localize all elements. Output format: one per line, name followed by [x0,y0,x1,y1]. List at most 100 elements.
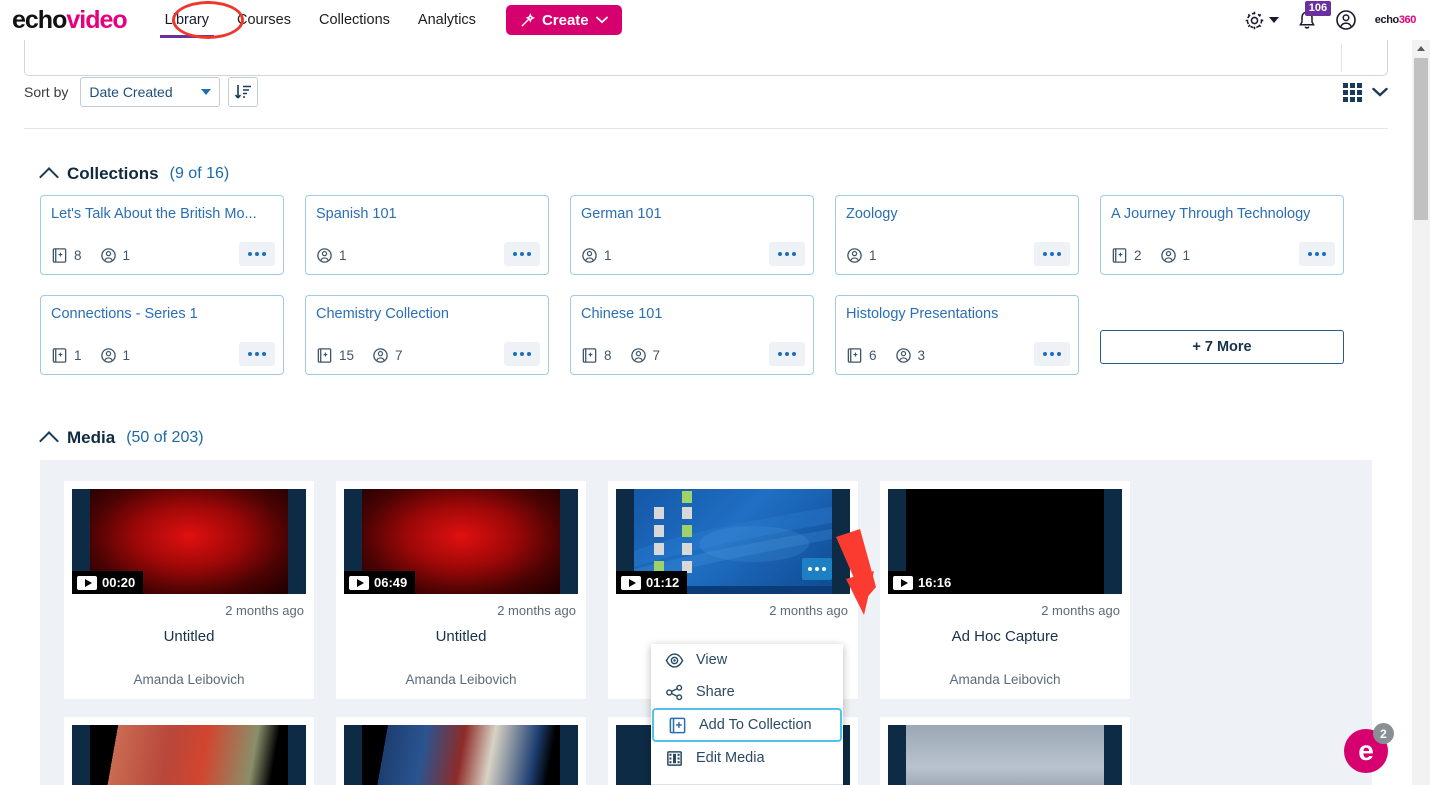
media-date: 2 months ago [225,603,304,618]
media-more-options-button[interactable] [802,558,832,580]
person-icon [1160,248,1176,263]
notifications-button[interactable]: 106 [1297,0,1332,31]
echovideo-logo[interactable]: echo video [12,5,128,35]
person-icon [895,348,911,363]
collection-card[interactable]: Chemistry Collection 15 7 [305,295,549,375]
view-toggle[interactable] [1343,82,1388,102]
collection-card[interactable]: Zoology 1 [835,195,1079,275]
media-count-value: 1 [74,348,82,363]
collection-meta: 2 1 [1111,247,1190,264]
collection-title: Histology Presentations [846,306,999,322]
scroll-up-button[interactable] [1412,40,1430,57]
person-icon [100,348,116,363]
thumbnail-image [90,725,288,785]
context-menu-item-view[interactable]: View [651,644,843,676]
collection-more-options-button[interactable] [1034,342,1070,366]
collection-card[interactable]: Let's Talk About the British Mo... 8 1 [40,195,284,275]
media-card[interactable]: 00:20 2 months ago Untitled Amanda Leibo… [64,481,314,699]
page-content: Sort by Date Created Collections (9 of 1… [0,40,1412,785]
duration-badge: 01:12 [616,571,688,594]
collection-more-options-button[interactable] [1034,242,1070,266]
user-count-value: 7 [652,348,661,363]
collection-more-options-button[interactable] [504,342,540,366]
collection-card[interactable]: Histology Presentations 6 3 [835,295,1079,375]
collection-card[interactable]: Connections - Series 1 1 1 [40,295,284,375]
gear-icon [1245,11,1264,29]
collections-grid: Let's Talk About the British Mo... 8 1 S… [40,195,1344,375]
collection-more-options-button[interactable] [1299,242,1335,266]
media-thumbnail[interactable]: 00:20 [72,489,306,594]
sort-descending-icon [235,85,252,99]
media-thumbnail[interactable] [72,725,306,785]
collection-meta: 6 3 [846,347,925,364]
collection-card[interactable]: A Journey Through Technology 2 1 [1100,195,1344,275]
person-icon [847,248,862,263]
user-count: 7 [372,347,403,364]
context-menu-item-add-to-collection[interactable]: Add To Collection [652,708,842,742]
chat-unread-badge: 2 [1373,723,1394,744]
user-account-button[interactable] [1335,9,1357,31]
media-card[interactable] [880,717,1130,785]
logo-echo-text: echo [12,5,67,34]
media-count: 8 [581,347,612,364]
media-date: 2 months ago [769,603,848,618]
chevron-down-icon [595,16,608,24]
logo-video-text: video [66,5,127,34]
eye-icon [665,652,684,668]
media-card[interactable]: 16:16 2 months ago Ad Hoc Capture Amanda… [880,481,1130,699]
collection-title: Spanish 101 [316,206,397,222]
user-avatar-icon [1335,10,1356,30]
media-thumbnail[interactable]: 06:49 [344,489,578,594]
duration-value: 00:20 [102,575,136,590]
show-more-collections-button[interactable]: + 7 More [1100,330,1344,364]
sort-by-value: Date Created [89,84,173,100]
duration-value: 01:12 [646,575,680,590]
chevron-down-icon [1268,17,1279,23]
context-menu-item-share[interactable]: Share [651,676,843,708]
media-thumbnail[interactable] [344,725,578,785]
thumbnail-image [362,725,560,785]
page-scrollbar[interactable] [1412,40,1430,785]
collection-more-options-button[interactable] [769,342,805,366]
collection-card[interactable]: Chinese 101 8 7 [570,295,814,375]
media-thumbnail[interactable]: 01:12 [616,489,850,594]
media-count-value: 15 [339,348,355,363]
add-to-collection-icon [669,717,686,733]
create-button[interactable]: Create [505,5,622,35]
nav-item-library[interactable]: Library [151,0,223,40]
duration-badge: 00:20 [72,571,144,594]
media-card[interactable] [64,717,314,785]
search-box-partial[interactable] [24,40,1388,76]
collection-more-options-button[interactable] [504,242,540,266]
media-owner: Amanda Leibovich [949,672,1061,687]
context-menu-item-edit-media[interactable]: Edit Media [651,742,843,774]
echo360-brand-logo: echo360 [1374,14,1417,26]
person-icon [100,248,116,263]
media-count-label: (50 of 203) [126,429,204,446]
media-thumbnail[interactable]: 16:16 [888,489,1122,594]
duration-value: 16:16 [918,575,952,590]
collection-card[interactable]: German 101 1 [570,195,814,275]
collection-meta: 1 [316,247,347,264]
nav-item-analytics[interactable]: Analytics [404,0,490,40]
collections-section-header[interactable]: Collections (9 of 16) [39,164,229,187]
settings-menu-button[interactable] [1244,10,1279,31]
collection-card[interactable]: Spanish 101 1 [305,195,549,275]
media-section-header[interactable]: Media (50 of 203) [39,428,204,451]
person-icon [630,348,646,363]
context-menu-label: Share [696,684,735,700]
brand-echo-text: echo [1374,14,1399,26]
collection-more-options-button[interactable] [239,242,275,266]
media-card[interactable] [336,717,586,785]
sort-direction-button[interactable] [228,77,259,107]
collection-more-options-button[interactable] [239,342,275,366]
sort-by-select[interactable]: Date Created [80,77,221,107]
create-button-label: Create [541,11,589,29]
nav-item-courses[interactable]: Courses [223,0,305,40]
media-card[interactable]: 06:49 2 months ago Untitled Amanda Leibo… [336,481,586,699]
media-thumbnail[interactable] [888,725,1122,785]
scrollbar-thumb[interactable] [1414,58,1428,220]
chat-widget[interactable]: e 2 [1344,723,1394,773]
nav-item-collections[interactable]: Collections [305,0,404,40]
collection-more-options-button[interactable] [769,242,805,266]
